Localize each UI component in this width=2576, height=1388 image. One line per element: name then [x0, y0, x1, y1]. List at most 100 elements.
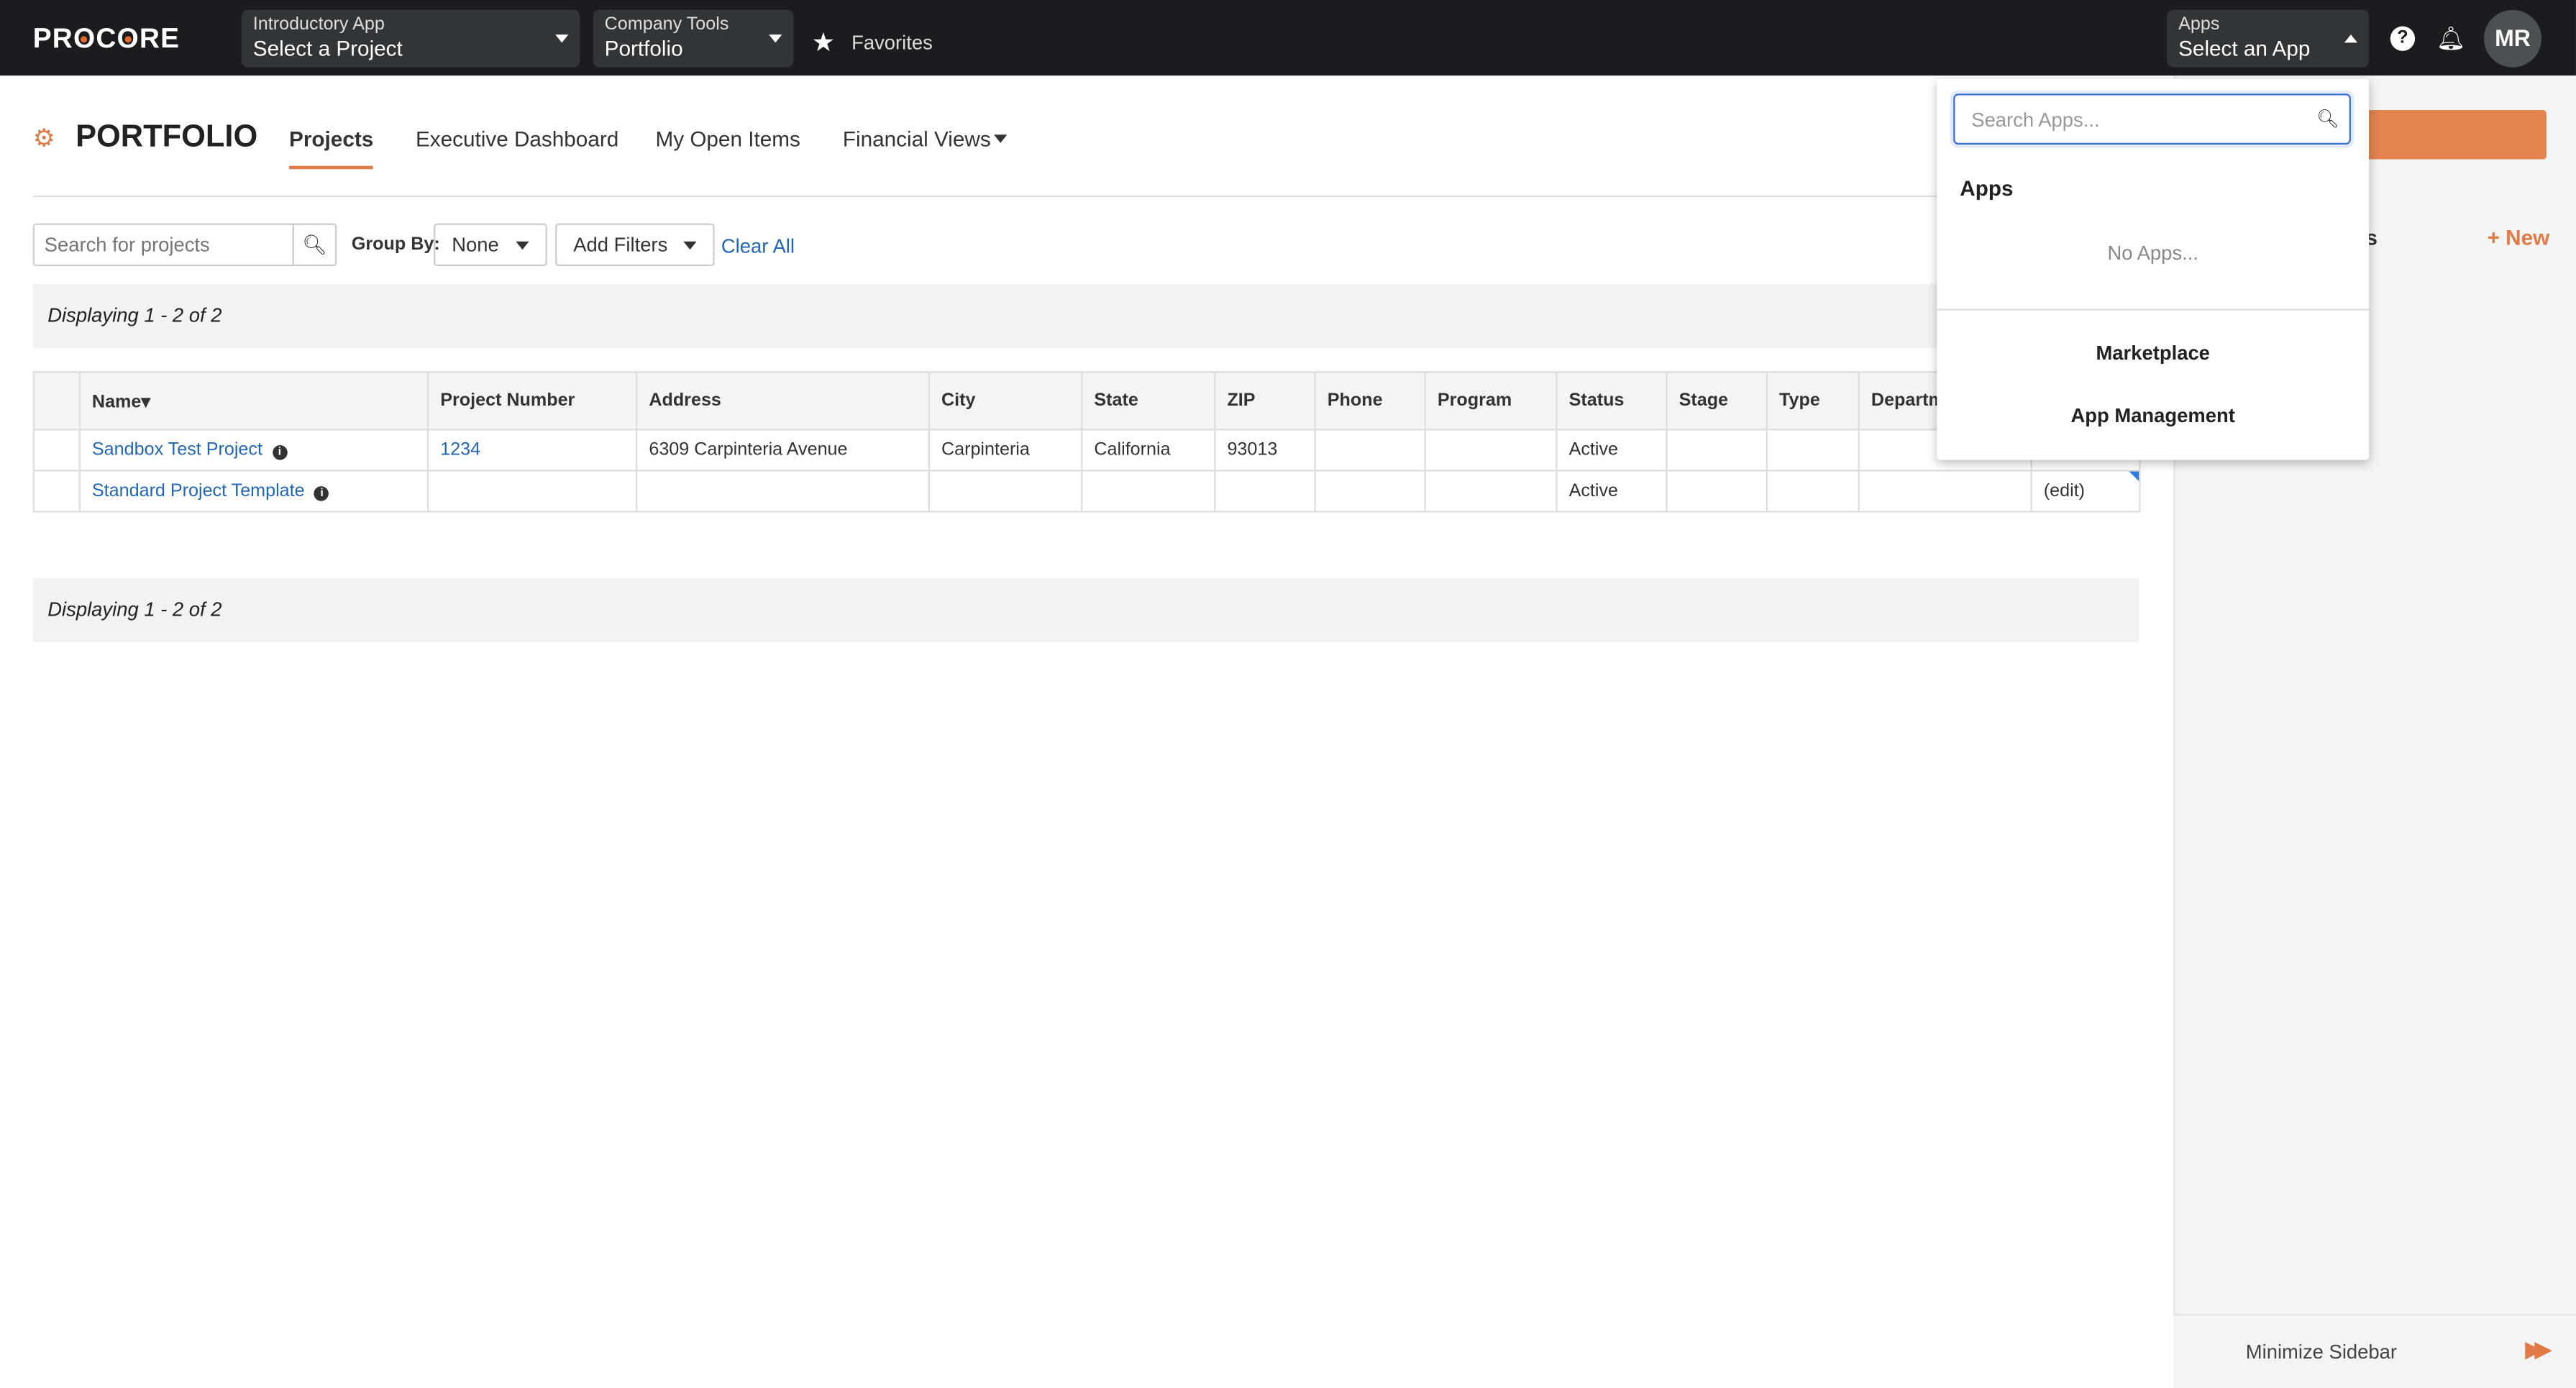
- search-icon[interactable]: 🔍︎: [292, 224, 335, 265]
- row-select: [32, 470, 81, 513]
- cell-city: [928, 470, 1083, 513]
- column-header-stage[interactable]: Stage: [1666, 371, 1768, 431]
- cell-address: [636, 470, 930, 513]
- chevron-down-icon[interactable]: [994, 134, 1008, 143]
- chevron-down-icon: [684, 240, 698, 250]
- minimize-sidebar-label[interactable]: Minimize Sidebar: [2246, 1341, 2397, 1364]
- project-search[interactable]: 🔍︎: [32, 223, 337, 267]
- gear-icon[interactable]: ⚙: [33, 123, 55, 153]
- search-icon: 🔍︎: [2316, 110, 2339, 130]
- project-number-link[interactable]: 1234: [440, 440, 480, 460]
- cell-name: Standard Project Template i: [78, 470, 429, 513]
- cell-program: [1424, 470, 1558, 513]
- column-header-address[interactable]: Address: [636, 371, 930, 431]
- column-header-phone[interactable]: Phone: [1314, 371, 1426, 431]
- add-filters-label: Add Filters: [573, 233, 668, 257]
- row-select: [32, 429, 81, 472]
- projects-table: Name▾ Project Number Address City State …: [32, 371, 2141, 513]
- favorites-label: Favorites: [851, 31, 933, 55]
- top-navigation-bar: PROCORE Introductory App Select a Projec…: [0, 0, 2576, 76]
- add-filters-button[interactable]: Add Filters: [555, 223, 716, 267]
- cell-project-number: 1234: [426, 429, 638, 472]
- column-header-city[interactable]: City: [928, 371, 1083, 431]
- tab-executive-dashboard[interactable]: Executive Dashboard: [416, 127, 618, 151]
- cell-address: 6309 Carpinteria Avenue: [636, 429, 930, 472]
- apps-selector-value: Select an App: [2178, 36, 2311, 61]
- info-icon[interactable]: i: [314, 486, 329, 501]
- cell-department: [1858, 470, 2032, 513]
- select-column: [32, 371, 81, 431]
- clear-all-link[interactable]: Clear All: [721, 235, 795, 258]
- column-header-status[interactable]: Status: [1556, 371, 1668, 431]
- column-header-zip[interactable]: ZIP: [1214, 371, 1316, 431]
- table-header-row: Name▾ Project Number Address City State …: [32, 371, 2141, 431]
- apps-dropdown: 🔍︎ Apps No Apps... Marketplace App Manag…: [1937, 78, 2370, 460]
- column-header-name[interactable]: Name▾: [78, 371, 429, 431]
- procore-portfolio-page: PROCORE Introductory App Select a Projec…: [0, 0, 2576, 1388]
- no-apps-message: No Apps...: [2107, 241, 2198, 265]
- search-input[interactable]: [34, 224, 293, 265]
- column-header-project-number[interactable]: Project Number: [426, 371, 638, 431]
- cell-stage: [1666, 429, 1768, 472]
- edit-cell[interactable]: (edit): [2030, 470, 2141, 513]
- tool-selector-label: Company Tools: [604, 14, 729, 35]
- cell-zip: [1214, 470, 1316, 513]
- column-header-type[interactable]: Type: [1766, 371, 1860, 431]
- cell-city: Carpinteria: [928, 429, 1083, 472]
- procore-logo[interactable]: PROCORE: [33, 23, 180, 56]
- project-selector-label: Introductory App: [252, 14, 385, 35]
- page-title: PORTFOLIO: [76, 119, 258, 155]
- app-management-link[interactable]: App Management: [1937, 404, 2369, 427]
- display-count-bottom: Displaying 1 - 2 of 2: [32, 577, 2139, 643]
- column-header-state[interactable]: State: [1081, 371, 1216, 431]
- tool-selector[interactable]: Company Tools Portfolio: [593, 9, 794, 68]
- bell-icon[interactable]: 🔔︎: [2436, 24, 2466, 52]
- apps-search[interactable]: 🔍︎: [1953, 93, 2351, 145]
- star-icon: ★: [811, 29, 836, 58]
- apps-selector-label: Apps: [2178, 14, 2220, 35]
- new-button[interactable]: + New: [2488, 225, 2550, 250]
- column-header-program[interactable]: Program: [1424, 371, 1558, 431]
- tab-my-open-items[interactable]: My Open Items: [655, 127, 800, 151]
- cell-name: Sandbox Test Project i: [78, 429, 429, 472]
- cell-status: Active: [1556, 429, 1668, 472]
- cell-type: [1766, 470, 1860, 513]
- chevron-up-icon: [2344, 34, 2358, 43]
- tab-projects[interactable]: Projects: [289, 127, 374, 170]
- apps-search-input[interactable]: [1955, 107, 2307, 131]
- tool-selector-value: Portfolio: [604, 36, 683, 61]
- cell-program: [1424, 429, 1558, 472]
- tab-financial-views[interactable]: Financial Views: [843, 127, 991, 151]
- double-chevron-right-icon[interactable]: ▶▶: [2525, 1336, 2552, 1364]
- help-icon[interactable]: ?: [2390, 26, 2416, 51]
- cell-status: Active: [1556, 470, 1668, 513]
- info-icon[interactable]: i: [272, 444, 288, 460]
- cell-phone: [1314, 429, 1426, 472]
- group-by-label: Group By:: [351, 234, 440, 255]
- cell-zip: 93013: [1214, 429, 1316, 472]
- project-selector-value: Select a Project: [252, 36, 403, 61]
- divider: [1937, 309, 2370, 311]
- group-by-select[interactable]: None: [434, 223, 547, 267]
- apps-heading: Apps: [1960, 175, 2014, 201]
- cell-state: California: [1081, 429, 1216, 472]
- project-link[interactable]: Sandbox Test Project: [92, 440, 262, 460]
- chevron-down-icon: [769, 34, 782, 43]
- project-link[interactable]: Standard Project Template: [92, 481, 305, 501]
- apps-selector[interactable]: Apps Select an App: [2167, 9, 2370, 68]
- chevron-down-icon: [515, 240, 529, 250]
- cell-phone: [1314, 470, 1426, 513]
- favorites-button[interactable]: ★ Favorites: [811, 27, 932, 60]
- cell-type: [1766, 429, 1860, 472]
- project-selector[interactable]: Introductory App Select a Project: [241, 9, 580, 68]
- table-row: Sandbox Test Project i 1234 6309 Carpinte…: [32, 429, 2141, 472]
- group-by-value: None: [452, 233, 499, 257]
- chevron-down-icon: [555, 34, 569, 43]
- cell-project-number: [426, 470, 638, 513]
- marketplace-link[interactable]: Marketplace: [1937, 342, 2369, 365]
- cell-state: [1081, 470, 1216, 513]
- avatar[interactable]: MR: [2484, 9, 2541, 68]
- cell-stage: [1666, 470, 1768, 513]
- display-count-top: Displaying 1 - 2 of 2: [32, 284, 2139, 349]
- divider: [32, 195, 1942, 198]
